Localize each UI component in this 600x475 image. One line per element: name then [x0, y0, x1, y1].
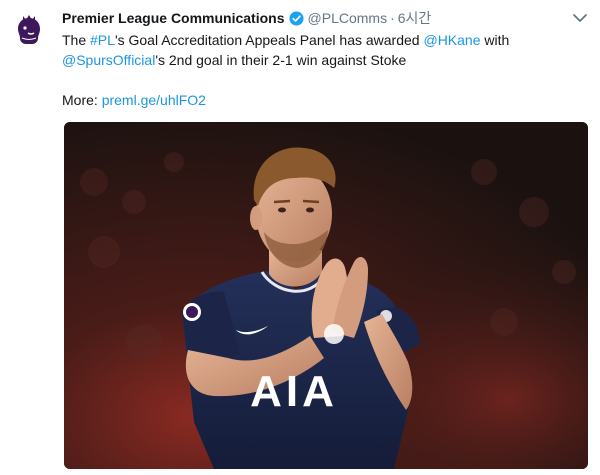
- text-segment: The: [62, 32, 91, 48]
- chevron-down-icon[interactable]: [572, 12, 588, 24]
- tweet-text: The #PL's Goal Accreditation Appeals Pan…: [62, 30, 582, 110]
- text-segment: 's 2nd goal in their 2-1 win against Sto…: [155, 52, 407, 68]
- verified-badge-icon: [288, 10, 304, 26]
- hashtag-link[interactable]: #PL: [90, 32, 115, 48]
- author-handle[interactable]: @PLComms: [308, 10, 388, 26]
- tweet-text-line-2: @SpursOfficial's 2nd goal in their 2-1 w…: [62, 50, 582, 70]
- more-link[interactable]: preml.ge/uhlFO2: [102, 92, 206, 108]
- tweet-timestamp[interactable]: 6시간: [398, 8, 432, 28]
- more-line: More: preml.ge/uhlFO2: [62, 90, 582, 110]
- mention-spurs-link[interactable]: @SpursOfficial: [62, 52, 155, 68]
- tweet-text-line-1: The #PL's Goal Accreditation Appeals Pan…: [62, 30, 582, 50]
- text-segment: with: [480, 32, 510, 48]
- text-segment: 's Goal Accreditation Appeals Panel has …: [114, 32, 424, 48]
- mention-hkane-link[interactable]: @HKane: [423, 32, 480, 48]
- tweet-photo[interactable]: AIA: [64, 122, 588, 469]
- tweet-header: Premier League Communications @PLComms ·…: [62, 8, 560, 28]
- more-label: More:: [62, 92, 102, 108]
- author-avatar[interactable]: [10, 12, 48, 50]
- shirt-sponsor-text: AIA: [250, 367, 338, 416]
- separator-dot: ·: [390, 10, 395, 26]
- author-name[interactable]: Premier League Communications: [62, 10, 285, 26]
- premier-league-lion-icon: [18, 15, 40, 44]
- player-photo: AIA: [64, 122, 588, 469]
